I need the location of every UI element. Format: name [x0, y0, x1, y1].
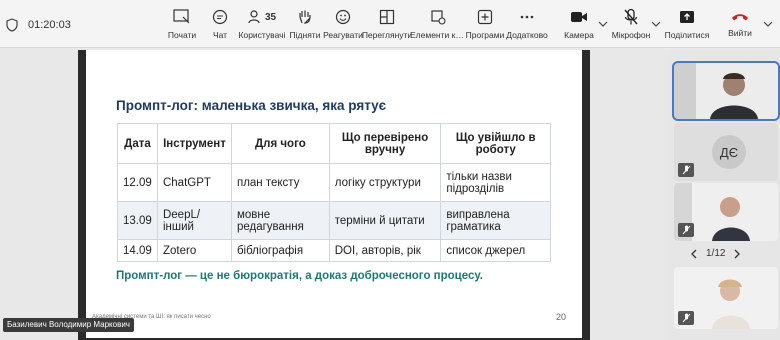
header-verified: Що перевірено вручну [328, 123, 442, 164]
microphone-off-icon [624, 8, 638, 25]
participant-video-tile[interactable] [672, 61, 780, 121]
table-row: 12.09 ChatGPT план тексту логіку структу… [117, 163, 551, 202]
leave-options-chevron-icon[interactable] [763, 20, 773, 28]
table-row: 13.09 DeepL/ інший мовне редагування тер… [117, 201, 551, 240]
leave-button[interactable]: Вийти [718, 6, 762, 38]
table-cell: DOI, авторів, рік [328, 239, 442, 262]
avatar: ДЄ [712, 135, 746, 169]
table-cell: мовне редагування [230, 201, 330, 240]
table-cell: виправлена граматика [440, 201, 551, 240]
share-icon [680, 11, 694, 23]
presentation-slide: Промпт-лог: маленька звичка, яка рятує Д… [86, 50, 582, 338]
participant-video-icon [674, 63, 778, 119]
header-purpose: Для чого [230, 123, 330, 164]
slide-frame: Промпт-лог: маленька звичка, яка рятує Д… [78, 50, 590, 340]
table-cell: DeepL/ інший [156, 201, 232, 240]
slide-title: Промпт-лог: маленька звичка, яка рятує [116, 98, 387, 113]
table-cell: список джерел [440, 239, 551, 262]
more-icon [520, 15, 534, 19]
chevron-right-icon[interactable] [733, 249, 741, 259]
meeting-timer: 01:20:03 [6, 18, 71, 32]
microphone-label: Мікрофон [611, 30, 651, 40]
mic-muted-badge [678, 163, 694, 177]
participants-pager: 1/12 [690, 248, 741, 259]
view-button[interactable]: Переглянути [359, 6, 415, 40]
meeting-toolbar: 01:20:03 Почати Чат 35 Користувачі Підня… [0, 0, 780, 48]
table-cell: терміни й цитати [328, 201, 442, 240]
participant-tile[interactable]: ДЄ [674, 123, 778, 181]
table-cell: ChatGPT [156, 163, 232, 202]
hand-icon [299, 10, 311, 24]
share-button[interactable]: Поділитися [659, 6, 715, 40]
mic-muted-badge [678, 311, 694, 325]
view-label: Переглянути [361, 30, 413, 40]
slide-page-number: 20 [555, 312, 566, 322]
table-cell: 13.09 [117, 201, 158, 240]
shared-content-stage: Промпт-лог: маленька звичка, яка рятує Д… [0, 49, 670, 340]
chat-icon [212, 9, 228, 25]
participant-video-tile[interactable] [674, 267, 778, 329]
table-header-row: Дата Інструмент Для чого Що перевірено в… [117, 123, 551, 164]
header-tool: Інструмент [156, 123, 232, 164]
people-icon [248, 10, 260, 24]
smile-icon [335, 9, 351, 25]
share-label: Поділитися [664, 30, 710, 40]
timer-text: 01:20:03 [28, 19, 71, 31]
view-grid-icon [379, 9, 395, 25]
header-date: Дата [117, 123, 158, 164]
table-cell: бібліографія [230, 239, 330, 262]
mic-muted-badge [678, 223, 694, 237]
chevron-left-icon[interactable] [690, 249, 698, 259]
camera-label: Камера [564, 30, 594, 40]
table-cell: 12.09 [117, 163, 158, 202]
microphone-off-icon [682, 225, 690, 235]
pager-text: 1/12 [706, 248, 726, 259]
table-cell: тільки назви підрозділів [440, 163, 551, 202]
table-cell: Zotero [156, 239, 232, 262]
microphone-off-icon [682, 165, 690, 175]
people-count: 35 [264, 11, 277, 23]
slide-footer-text: Промпт-лог — це не бюрократія, а доказ д… [116, 270, 483, 282]
participant-video-tile[interactable] [674, 183, 778, 241]
hang-up-icon [732, 14, 748, 21]
more-label: Додатково [506, 30, 548, 40]
more-button[interactable]: Додатково [499, 6, 555, 40]
table-row: 14.09 Zotero бібліографія DOI, авторів, … [117, 239, 551, 262]
table-cell: логіку структури [328, 163, 442, 202]
table-cell: план тексту [230, 163, 330, 202]
controls-icon [431, 10, 446, 25]
prompt-log-table: Дата Інструмент Для чого Що перевірено в… [117, 123, 551, 262]
header-included: Що увійшло в роботу [440, 123, 551, 164]
camera-icon [571, 12, 587, 22]
leave-label: Вийти [728, 28, 752, 38]
speaker-name-tag: Базилевич Володимир Маркович [3, 318, 134, 332]
participants-panel: ДЄ 1/12 [670, 49, 780, 340]
shield-icon [6, 18, 18, 32]
present-icon [173, 9, 190, 24]
table-cell: 14.09 [117, 239, 158, 262]
microphone-off-icon [682, 313, 690, 323]
add-apps-icon [477, 9, 493, 25]
